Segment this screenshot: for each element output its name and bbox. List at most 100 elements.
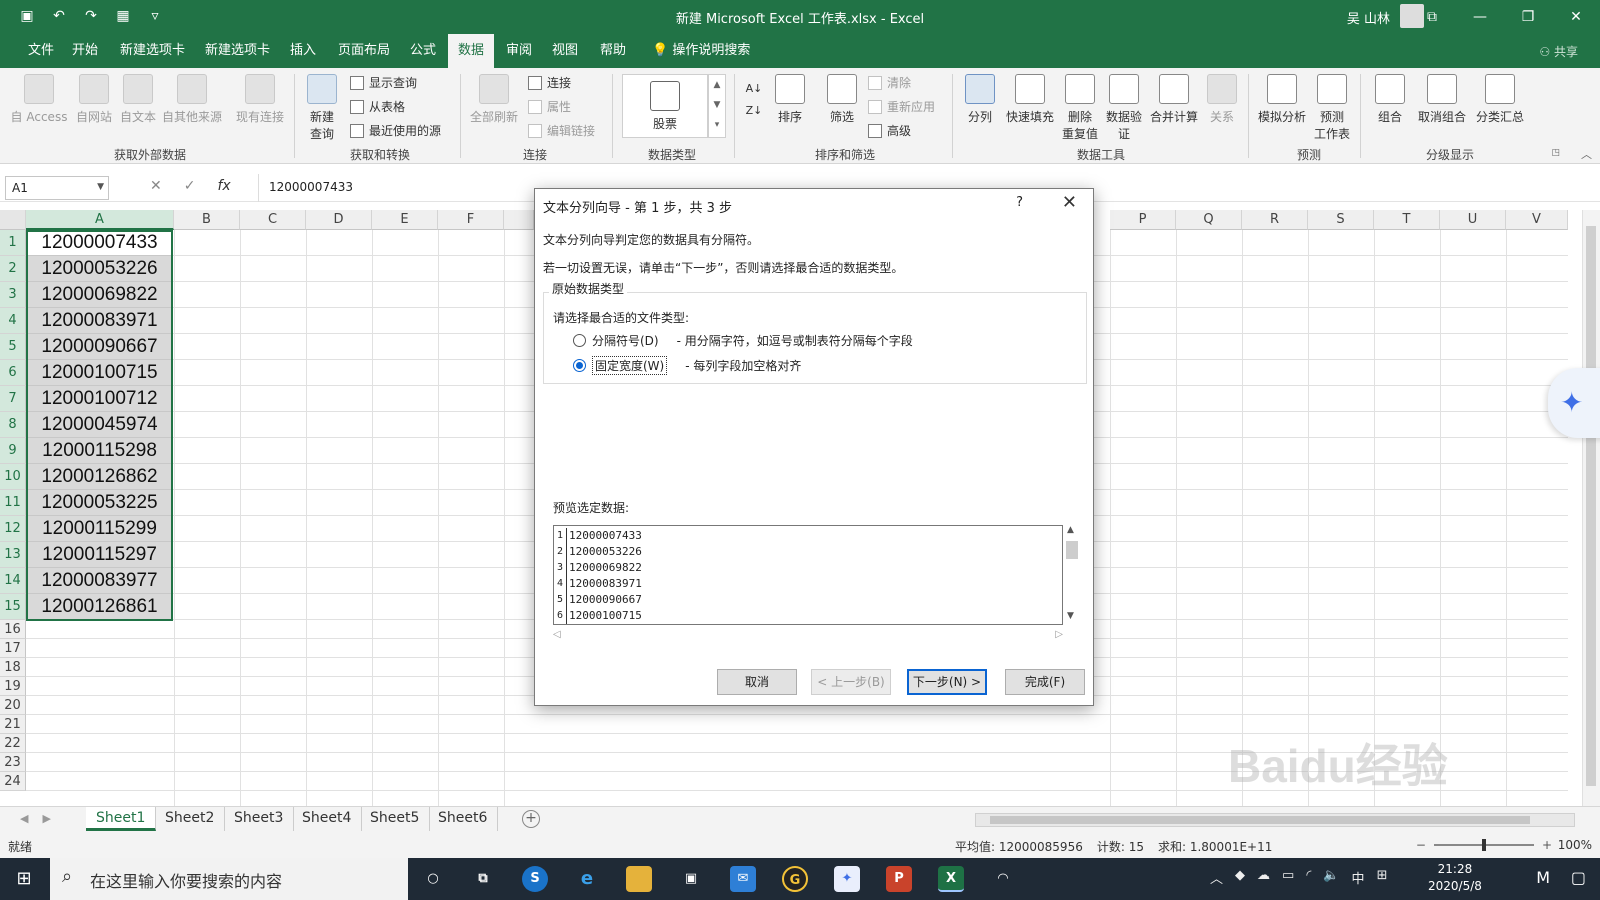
enter-icon[interactable]: ✓	[184, 178, 196, 194]
row-header[interactable]: 10	[0, 464, 26, 490]
refresh-all-button[interactable]: 全部刷新	[466, 74, 522, 125]
zoom-track[interactable]	[1433, 839, 1534, 851]
consolidate-button[interactable]: 合并计算	[1146, 74, 1202, 125]
powerpoint-icon[interactable]: P	[886, 866, 912, 892]
cancel-button[interactable]: 取消	[717, 669, 797, 695]
scroll-thumb[interactable]	[990, 816, 1530, 824]
radio-dot[interactable]	[573, 334, 586, 347]
battery-icon[interactable]: ▭	[1282, 868, 1294, 887]
forecast-sheet-button[interactable]: 预测 工作表	[1310, 74, 1354, 142]
ribbon-display-icon[interactable]: ⧉	[1408, 0, 1456, 34]
row-header[interactable]: 11	[0, 490, 26, 516]
from-access-button[interactable]: 自 Access	[8, 74, 70, 125]
row-header[interactable]: 13	[0, 542, 26, 568]
scroll-thumb[interactable]	[1066, 541, 1078, 559]
mail-icon[interactable]: ✉	[730, 866, 756, 892]
zoom-level[interactable]: 100%	[1558, 838, 1592, 852]
from-other-button[interactable]: 自其他来源	[160, 74, 224, 125]
row-header[interactable]: 15	[0, 594, 26, 620]
column-header[interactable]: E	[372, 210, 438, 230]
tab-view[interactable]: 视图	[542, 34, 588, 68]
dialog-launcher-icon[interactable]: ◳	[1551, 148, 1560, 158]
sheet-tab-5[interactable]: Sheet5	[360, 807, 431, 831]
text-to-columns-button[interactable]: 分列	[960, 74, 1000, 125]
app-bird-icon[interactable]: ◠	[990, 866, 1016, 892]
ime-mode-icon[interactable]: ⊞	[1377, 868, 1388, 887]
radio-dot-selected[interactable]	[573, 359, 586, 372]
connections-button[interactable]: 连接	[528, 74, 571, 91]
row-header[interactable]: 5	[0, 334, 26, 360]
existing-connections-button[interactable]: 现有连接	[230, 74, 290, 125]
sheet-tab-1[interactable]: Sheet1	[86, 807, 157, 831]
share-button[interactable]: ⚇ 共享	[1539, 43, 1578, 60]
from-web-button[interactable]: 自网站	[72, 74, 116, 125]
advanced-button[interactable]: 高级	[868, 122, 911, 139]
row-header[interactable]: 1	[0, 230, 26, 256]
column-header-partial[interactable]	[504, 210, 534, 230]
row-header[interactable]: 20	[0, 696, 26, 715]
relationships-button[interactable]: 关系	[1202, 74, 1242, 125]
row-header[interactable]: 8	[0, 412, 26, 438]
filter-button[interactable]: 筛选	[822, 74, 862, 125]
column-header[interactable]: C	[240, 210, 306, 230]
close-icon[interactable]: ✕	[1062, 192, 1077, 213]
ungroup-button[interactable]: 取消组合	[1414, 74, 1470, 125]
tab-home[interactable]: 开始	[62, 34, 108, 68]
store-icon[interactable]: ▣	[678, 866, 704, 892]
tray-chevron-up-icon[interactable]: ︿	[1210, 868, 1223, 887]
chevron-down-icon[interactable]: ▼	[97, 182, 104, 192]
finish-button[interactable]: 完成(F)	[1005, 669, 1085, 695]
tab-page-layout[interactable]: 页面布局	[328, 34, 400, 68]
row-header[interactable]: 4	[0, 308, 26, 334]
name-box[interactable]: A1 ▼	[5, 176, 109, 200]
column-header[interactable]: D	[306, 210, 372, 230]
help-button[interactable]: ?	[1016, 195, 1023, 210]
row-header[interactable]: 24	[0, 772, 26, 791]
column-header[interactable]: S	[1308, 210, 1374, 230]
app-g-icon[interactable]: G	[782, 866, 808, 892]
column-header[interactable]: Q	[1176, 210, 1242, 230]
row-header[interactable]: 6	[0, 360, 26, 386]
cortana-icon[interactable]: ○	[420, 866, 446, 892]
stocks-data-type[interactable]: 股票	[622, 74, 708, 138]
windows-start-icon[interactable]: ⊞	[0, 858, 48, 900]
next-button[interactable]: 下一步(N) >	[907, 669, 987, 695]
preview-box[interactable]: 1 12000007433 2 12000053226 3 12000069822 4 120…	[553, 525, 1063, 625]
edge-icon[interactable]: e	[574, 866, 600, 892]
ime-language[interactable]: 中	[1352, 868, 1365, 887]
tab-file[interactable]: 文件	[18, 34, 64, 68]
radio-fixed-label[interactable]: 固定宽度(W)	[592, 356, 668, 375]
radio-fixed-width[interactable]: 固定宽度(W) - 每列字段加空格对齐	[573, 356, 801, 375]
column-header[interactable]: T	[1374, 210, 1440, 230]
column-header[interactable]: F	[438, 210, 504, 230]
row-header[interactable]: 21	[0, 715, 26, 734]
tab-formulas[interactable]: 公式	[400, 34, 446, 68]
tab-help[interactable]: 帮助	[590, 34, 636, 68]
user-name[interactable]: 吴 山林	[1347, 8, 1390, 27]
tab-new-1[interactable]: 新建选项卡	[110, 34, 195, 68]
tab-new-2[interactable]: 新建选项卡	[195, 34, 280, 68]
row-header[interactable]: 12	[0, 516, 26, 542]
properties-button[interactable]: 属性	[528, 98, 571, 115]
what-if-button[interactable]: 模拟分析	[1254, 74, 1310, 125]
minimize-icon[interactable]: —	[1456, 0, 1504, 34]
sheet-tab-3[interactable]: Sheet3	[224, 807, 295, 831]
sort-button[interactable]: 排序	[770, 74, 810, 125]
row-header[interactable]: 14	[0, 568, 26, 594]
wifi-icon[interactable]: ◜	[1306, 868, 1311, 887]
tab-data[interactable]: 数据	[448, 34, 495, 68]
row-header[interactable]: 7	[0, 386, 26, 412]
sort-asc-button[interactable]: A↓ Z↓	[744, 78, 764, 122]
row-header[interactable]: 2	[0, 256, 26, 282]
volume-icon[interactable]: 🔈	[1323, 868, 1339, 887]
from-table-button[interactable]: 从表格	[350, 98, 405, 115]
clear-button[interactable]: 清除	[868, 74, 911, 91]
data-type-scroll[interactable]: ▲ ▼ ▾	[708, 74, 726, 138]
row-header[interactable]: 9	[0, 438, 26, 464]
flash-fill-button[interactable]: 快速填充	[1002, 74, 1058, 125]
row-header[interactable]: 23	[0, 753, 26, 772]
add-sheet-icon[interactable]: +	[522, 810, 540, 828]
collapse-ribbon-icon[interactable]: ︿	[1581, 146, 1592, 162]
from-text-button[interactable]: 自文本	[116, 74, 160, 125]
chevron-down-icon[interactable]: ▼	[1067, 611, 1074, 621]
